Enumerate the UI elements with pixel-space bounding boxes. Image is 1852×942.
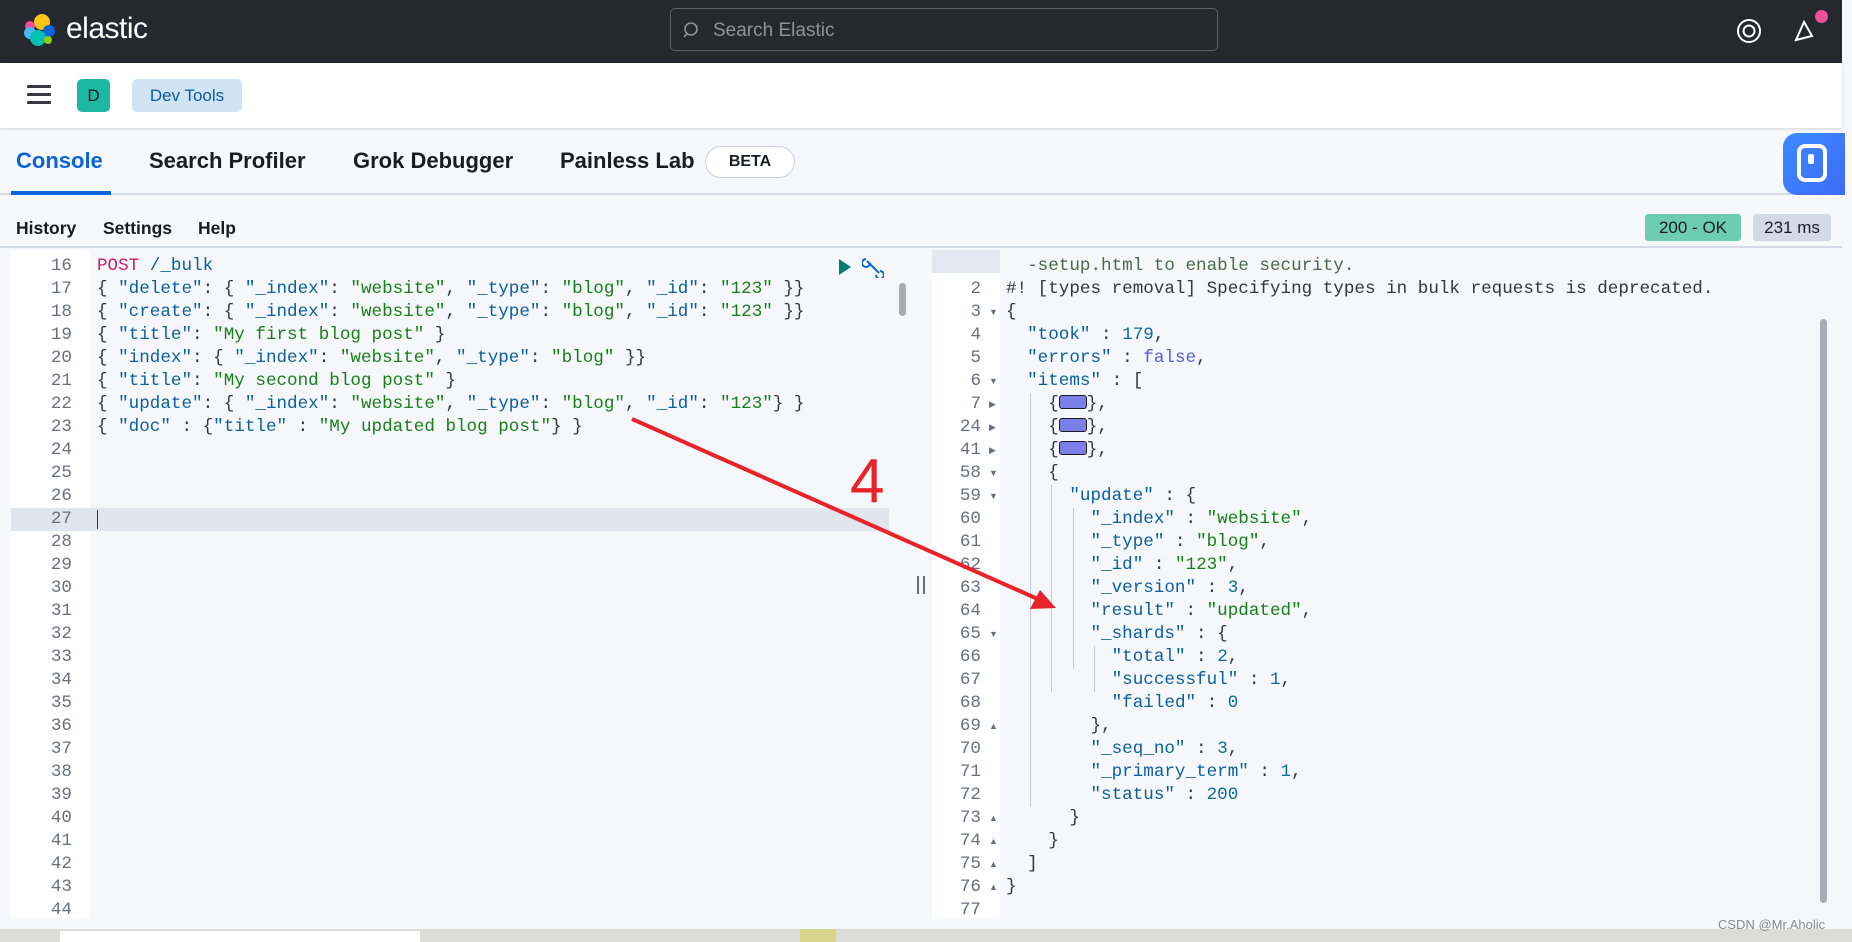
annotation-arrow	[631, 417, 1041, 602]
watermark: CSDN @Mr.Aholic	[1718, 917, 1826, 932]
os-taskbar	[0, 929, 1852, 942]
annotation-arrowhead	[1030, 590, 1056, 609]
annotation-label: 4	[850, 447, 884, 516]
annotation-overlay: 4	[631, 417, 1056, 609]
